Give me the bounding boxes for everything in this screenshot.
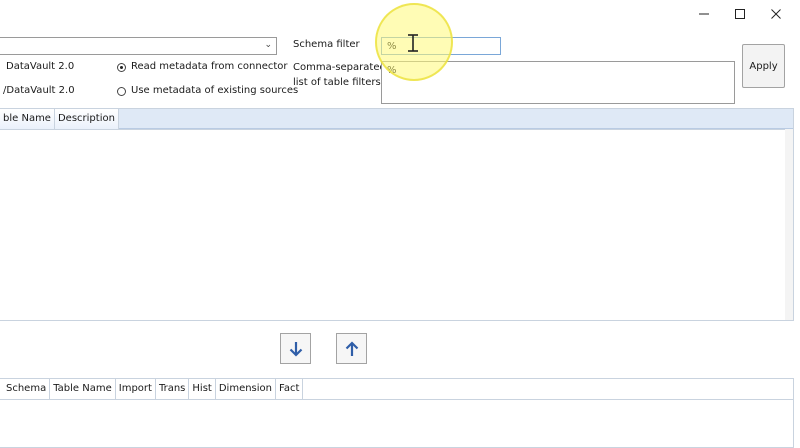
column-header-import[interactable]: Import bbox=[116, 379, 156, 399]
minimize-icon bbox=[699, 13, 709, 15]
schema-filter-input[interactable] bbox=[381, 37, 501, 55]
move-down-button[interactable] bbox=[280, 333, 311, 364]
source-tables-grid[interactable]: ble Name Description bbox=[0, 108, 794, 321]
schema-filter-label: Schema filter bbox=[293, 39, 360, 50]
radio-use-existing-label[interactable]: Use metadata of existing sources bbox=[131, 85, 298, 96]
column-header-schema[interactable]: Schema bbox=[0, 379, 51, 399]
datavault-label-1: DataVault 2.0 bbox=[6, 61, 75, 72]
datavault-label-2: /DataVault 2.0 bbox=[3, 85, 75, 96]
arrow-down-icon bbox=[289, 341, 302, 357]
maximize-button[interactable] bbox=[722, 0, 758, 28]
chevron-down-icon: ⌄ bbox=[264, 40, 272, 50]
connector-combo[interactable]: ⌄ bbox=[0, 37, 277, 55]
column-header-table-name[interactable]: ble Name bbox=[0, 109, 55, 129]
radio-read-metadata[interactable] bbox=[117, 63, 126, 72]
column-header-trans[interactable]: Trans bbox=[156, 379, 190, 399]
apply-button[interactable]: Apply bbox=[742, 44, 785, 88]
maximize-icon bbox=[735, 9, 745, 19]
minimize-button[interactable] bbox=[686, 0, 722, 28]
table-filters-label-line1: Comma-separated bbox=[293, 62, 386, 73]
column-header-table-name-lower[interactable]: Table Name bbox=[50, 379, 116, 399]
column-header-fact[interactable]: Fact bbox=[276, 379, 304, 399]
move-up-button[interactable] bbox=[336, 333, 367, 364]
close-icon bbox=[771, 9, 781, 19]
column-header-dimension[interactable]: Dimension bbox=[216, 379, 276, 399]
import-tables-grid[interactable]: Schema Table Name Import Trans Hist Dime… bbox=[0, 378, 794, 448]
source-tables-scrollbar[interactable] bbox=[785, 129, 793, 320]
table-filters-label-line2: list of table filters bbox=[293, 77, 381, 88]
import-tables-grid-header: Schema Table Name Import Trans Hist Dime… bbox=[0, 379, 793, 400]
radio-use-existing[interactable] bbox=[117, 87, 126, 96]
source-tables-grid-header: ble Name Description bbox=[0, 109, 793, 130]
text-cursor-icon bbox=[408, 34, 418, 52]
column-header-hist[interactable]: Hist bbox=[189, 379, 216, 399]
column-header-description[interactable]: Description bbox=[55, 109, 119, 129]
table-filters-input[interactable]: % bbox=[381, 61, 735, 104]
radio-read-metadata-label[interactable]: Read metadata from connector bbox=[131, 61, 288, 72]
arrow-up-icon bbox=[345, 340, 358, 356]
column-header-filler bbox=[118, 109, 793, 129]
close-button[interactable] bbox=[758, 0, 794, 28]
